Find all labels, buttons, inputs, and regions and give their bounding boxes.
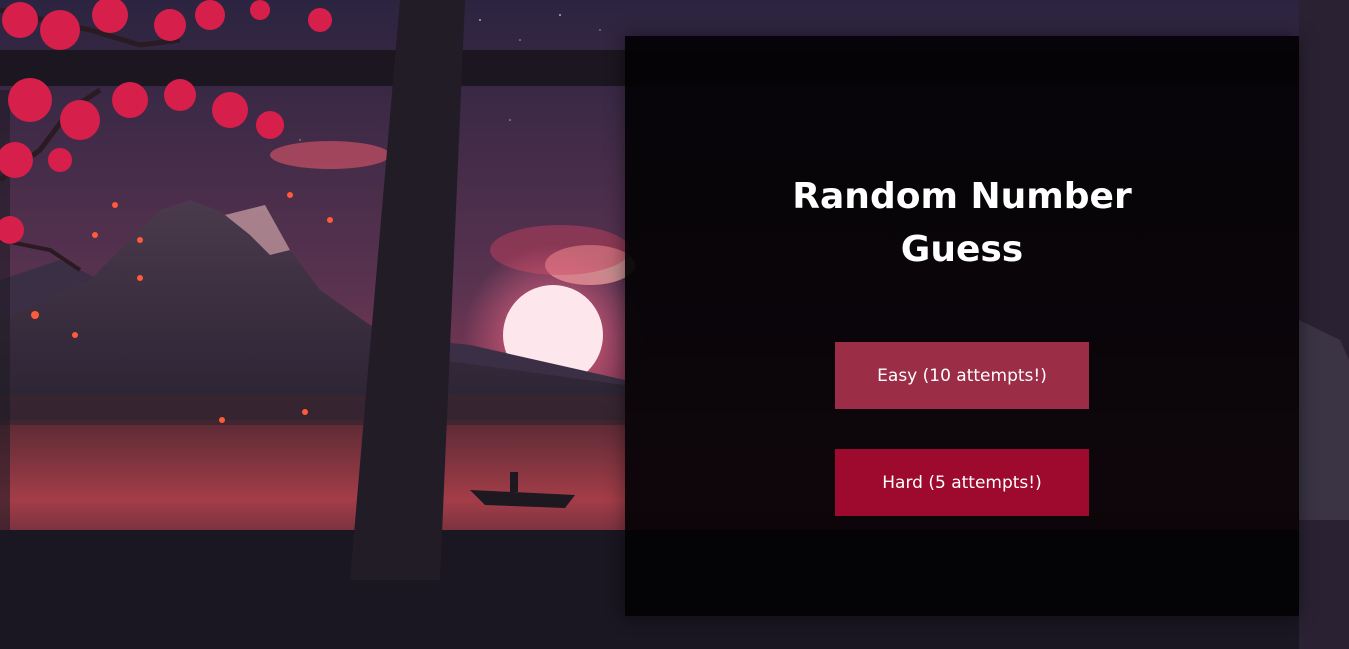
game-panel: Random Number Guess Easy (10 attempts!) … (625, 36, 1299, 616)
hard-mode-button[interactable]: Hard (5 attempts!) (835, 449, 1089, 516)
easy-mode-button[interactable]: Easy (10 attempts!) (835, 342, 1089, 409)
title-line-1: Random Number (792, 176, 1132, 217)
title-line-2: Guess (900, 229, 1024, 270)
page-title: Random Number Guess (625, 170, 1299, 276)
